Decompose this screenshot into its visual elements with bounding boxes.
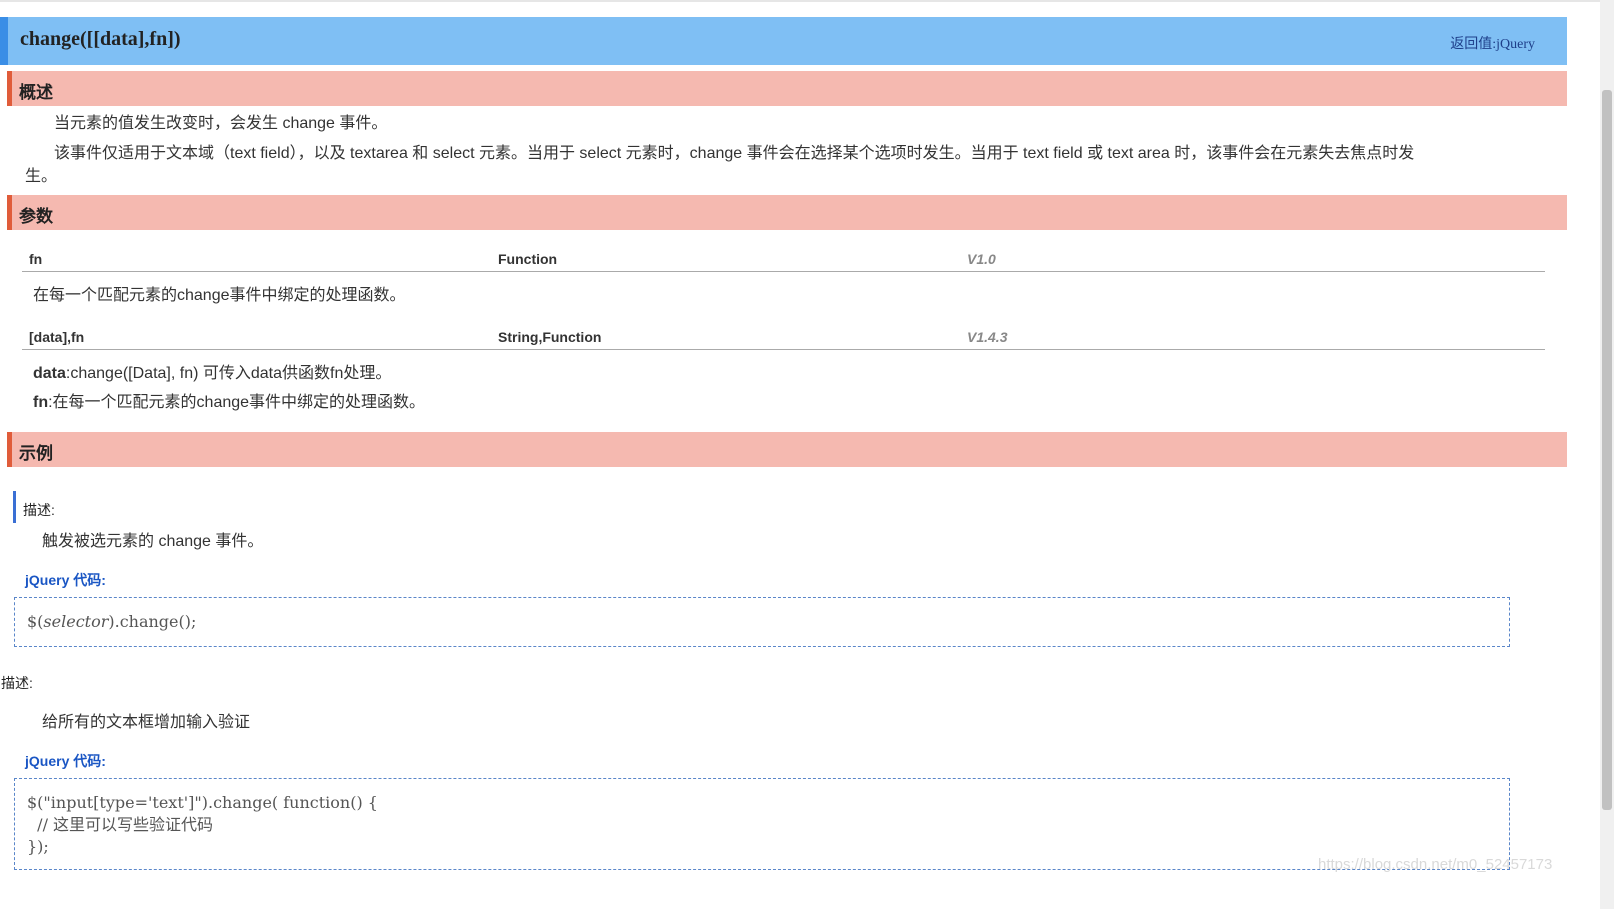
watermark: https://blog.csdn.net/m0_52457173: [1318, 856, 1553, 873]
section-examples: 示例: [7, 432, 1567, 467]
param-version: V1.0: [967, 251, 996, 267]
selector-arg: selector: [43, 612, 109, 631]
param-fn-desc: 在每一个匹配元素的change事件中绑定的处理函数。: [33, 287, 406, 304]
param-data-detail: data:change([Data], fn) 可传入data供函数fn处理。: [33, 362, 391, 386]
example-1-code-label: jQuery 代码:: [25, 572, 106, 588]
detail-text-data: :change([Data], fn) 可传入data供函数fn处理。: [65, 365, 392, 382]
example-2-desc: 给所有的文本框增加输入验证: [42, 714, 251, 731]
api-title: change([[data],fn]): [20, 28, 181, 50]
overview-line-2-cont: 生。: [25, 168, 58, 185]
overview-line-2: 该事件仅适用于文本域（text field），以及 textarea 和 sel…: [54, 145, 1415, 162]
example-1-code-block[interactable]: $(selector).change();: [14, 597, 1510, 647]
detail-text-fn: :在每一个匹配元素的change事件中绑定的处理函数。: [48, 394, 426, 411]
param-name: fn: [29, 251, 43, 267]
param-type: String,Function: [498, 329, 602, 345]
example-2-code-line-2: // 这里可以写些验证代码: [27, 815, 214, 834]
example-1-code: $(selector).change();: [27, 612, 197, 631]
example-2-code-label: jQuery 代码:: [25, 753, 106, 769]
example-2-code-block[interactable]: $("input[type='text']").change( function…: [14, 778, 1510, 870]
section-examples-title: 示例: [19, 444, 53, 463]
detail-key-fn: fn: [33, 394, 49, 411]
section-overview: 概述: [7, 71, 1567, 106]
example-1-desc: 触发被选元素的 change 事件。: [42, 533, 264, 550]
scrollbar-thumb[interactable]: [1602, 90, 1612, 810]
section-overview-title: 概述: [19, 83, 53, 102]
example-1-label: 描述:: [23, 502, 55, 518]
detail-key-data: data: [33, 365, 66, 382]
return-value: 返回值:jQuery: [1450, 37, 1535, 52]
param-row-data-fn: [data],fn String,Function V1.4.3: [22, 325, 1545, 350]
overview-line-1: 当元素的值发生改变时，会发生 change 事件。: [54, 115, 388, 132]
section-params-title: 参数: [19, 207, 53, 226]
param-name: [data],fn: [29, 329, 85, 345]
param-version: V1.4.3: [967, 329, 1008, 345]
vertical-scrollbar[interactable]: [1600, 0, 1614, 909]
example-2-code-line-3: });: [27, 837, 49, 856]
param-fn-detail: fn:在每一个匹配元素的change事件中绑定的处理函数。: [33, 391, 425, 415]
api-title-bar: change([[data],fn]) 返回值:jQuery: [0, 17, 1567, 65]
example-marker: [13, 491, 16, 523]
top-border: [0, 0, 1614, 2]
example-2-label: 描述:: [1, 675, 33, 691]
param-type: Function: [498, 251, 558, 267]
param-row-fn: fn Function V1.0: [22, 247, 1545, 272]
example-2-code-line-1: $("input[type='text']").change( function…: [27, 793, 378, 812]
section-params: 参数: [7, 195, 1567, 230]
